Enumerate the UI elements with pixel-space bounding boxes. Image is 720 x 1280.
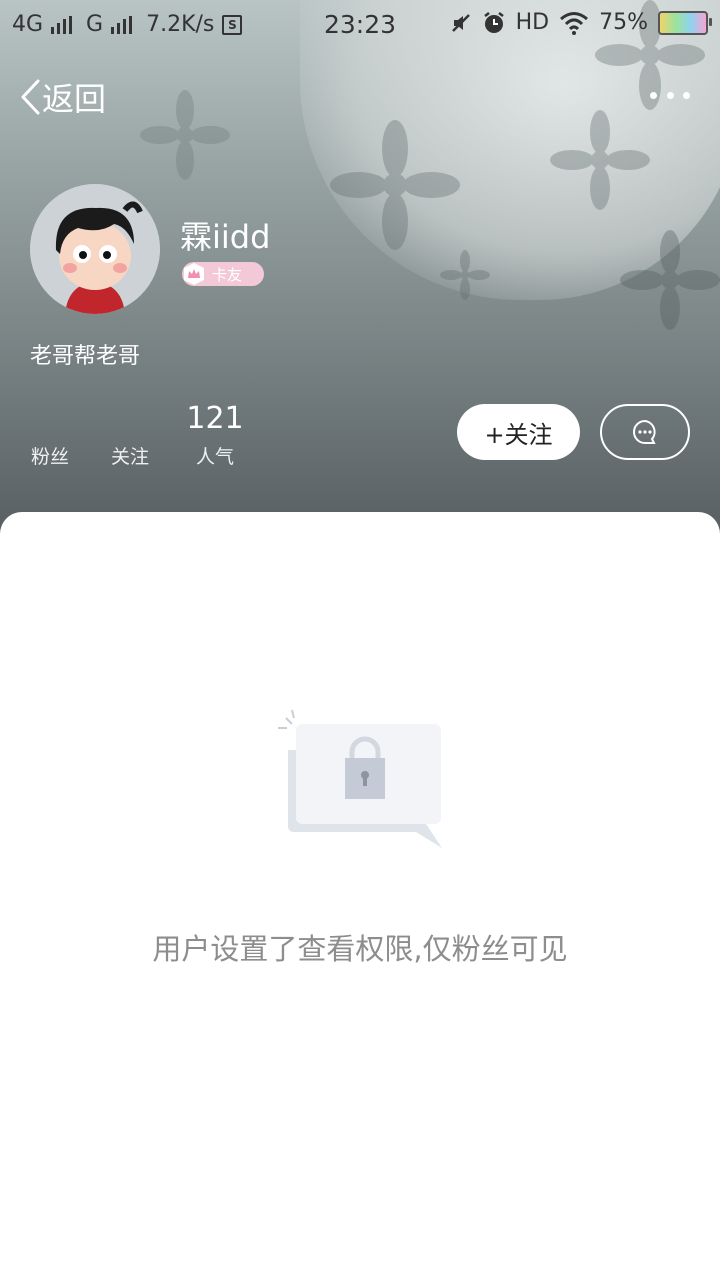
more-dots-icon bbox=[650, 91, 657, 99]
battery-icon bbox=[658, 10, 712, 35]
flower-decoration bbox=[550, 110, 650, 210]
sim-icon: S bbox=[222, 14, 243, 35]
back-label: 返回 bbox=[42, 80, 107, 118]
chat-bubble-icon bbox=[633, 419, 656, 444]
message-button[interactable] bbox=[600, 404, 690, 460]
status-left: 4G G 7.2K/s S bbox=[12, 12, 243, 37]
mute-icon bbox=[451, 13, 470, 32]
crown-icon bbox=[184, 263, 204, 285]
network-speed: 7.2K/s bbox=[146, 12, 215, 37]
empty-state-message: 用户设置了查看权限,仅粉丝可见 bbox=[152, 932, 568, 966]
signal-icon bbox=[111, 15, 133, 34]
lock-icon bbox=[278, 709, 442, 848]
network-4g-label: 4G bbox=[12, 12, 44, 37]
flower-decoration bbox=[140, 90, 230, 180]
badge-label: 卡友 bbox=[212, 265, 243, 284]
back-button[interactable]: 返回 bbox=[18, 74, 106, 120]
flower-decoration bbox=[440, 250, 490, 300]
stat-following-label: 关注 bbox=[110, 446, 149, 468]
alarm-icon bbox=[483, 11, 504, 33]
chevron-left-icon bbox=[21, 79, 40, 115]
hd-label: HD bbox=[515, 10, 550, 35]
flower-decoration bbox=[620, 230, 720, 330]
status-time: 23:23 bbox=[323, 10, 397, 39]
wifi-icon bbox=[560, 11, 589, 35]
stat-fans-value bbox=[10, 400, 90, 438]
user-bio: 老哥帮老哥 bbox=[30, 344, 141, 369]
stat-following-value bbox=[90, 400, 170, 438]
signal-icon bbox=[51, 15, 73, 34]
battery-percent: 75% bbox=[599, 10, 648, 35]
username: 霖iidd bbox=[180, 218, 271, 256]
follow-button[interactable]: +关注 bbox=[457, 404, 580, 460]
stat-following[interactable]: 关注 bbox=[90, 400, 170, 469]
more-dots-icon bbox=[683, 91, 690, 99]
avatar[interactable] bbox=[30, 184, 160, 314]
stat-fans[interactable]: 粉丝 bbox=[10, 400, 90, 469]
network-g-label: G bbox=[86, 12, 104, 37]
flower-decoration bbox=[330, 120, 460, 250]
stat-fans-label: 粉丝 bbox=[30, 446, 69, 468]
stat-popularity-label: 人气 bbox=[195, 446, 234, 468]
stat-popularity[interactable]: 121 人气 bbox=[175, 400, 255, 469]
stat-popularity-value: 121 bbox=[186, 401, 244, 436]
profile-page: 4G G 7.2K/s S 23:23 HD 75% 返回 霖iidd 卡友 老… bbox=[0, 0, 720, 1280]
status-bar: 4G G 7.2K/s S 23:23 HD 75% bbox=[0, 0, 720, 52]
content-card bbox=[0, 512, 720, 1280]
avatar-image bbox=[30, 184, 160, 314]
more-button[interactable] bbox=[650, 80, 690, 110]
status-right: HD 75% bbox=[450, 10, 712, 35]
member-badge[interactable]: 卡友 bbox=[182, 262, 264, 286]
more-dots-icon bbox=[666, 91, 674, 99]
